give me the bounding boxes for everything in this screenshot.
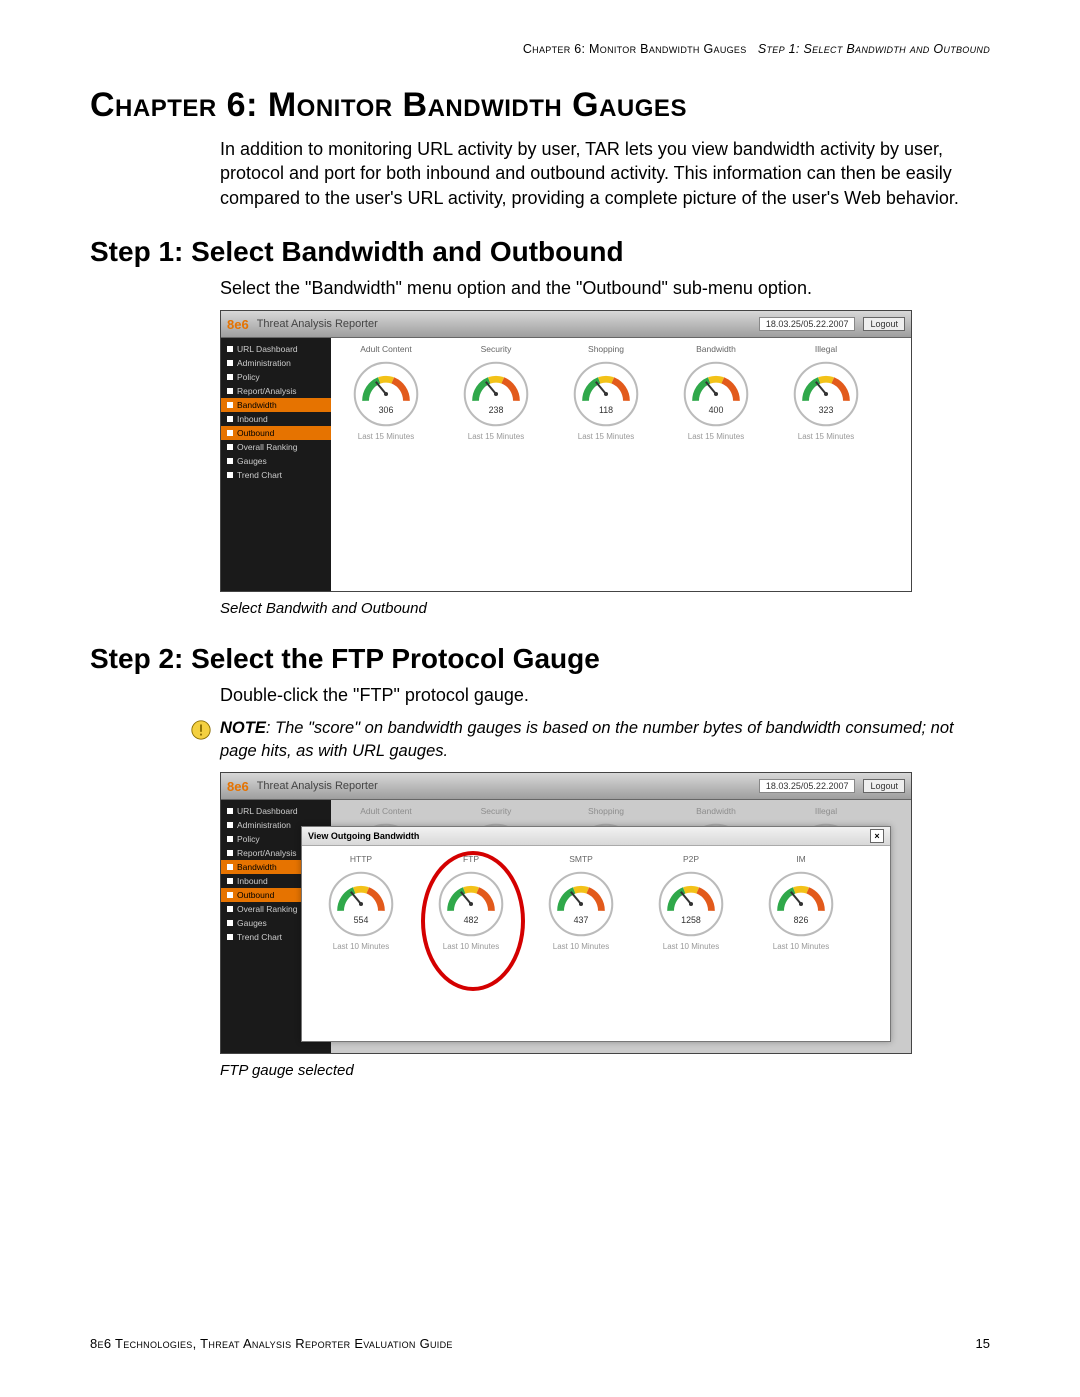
gauge-title: Adult Content (360, 344, 412, 354)
gauge-panel-1: Adult Content 306 Last 15 MinutesSecurit… (331, 338, 911, 592)
note-icon (190, 719, 212, 741)
svg-text:238: 238 (489, 405, 504, 415)
gauge[interactable]: HTTP 554 Last 10 Minutes (316, 854, 406, 951)
sidebar-item[interactable]: Policy (221, 370, 331, 384)
step1-heading: Step 1: Select Bandwidth and Outbound (90, 236, 990, 268)
app-logo: 8e6 (227, 317, 249, 332)
logout-button[interactable]: Logout (863, 317, 905, 331)
gauge-title: Security (481, 344, 512, 354)
svg-text:554: 554 (354, 915, 369, 925)
sidebar-item[interactable]: Gauges (221, 454, 331, 468)
svg-text:118: 118 (599, 405, 613, 415)
screenshot-1: 8e6 Threat Analysis Reporter 18.03.25/05… (220, 310, 912, 592)
chapter-title: Chapter 6: Monitor Bandwidth Gauges (90, 86, 990, 125)
gauge-title: Shopping (588, 344, 624, 354)
sidebar-item[interactable]: Administration (221, 356, 331, 370)
svg-text:826: 826 (794, 915, 809, 925)
page-number: 15 (976, 1336, 990, 1351)
gauge[interactable]: FTP 482 Last 10 Minutes (426, 854, 516, 951)
gauge-sub: Last 15 Minutes (358, 432, 414, 441)
caption-2: FTP gauge selected (220, 1062, 990, 1079)
footer-title: 8e6 Technologies, Threat Analysis Report… (90, 1336, 453, 1351)
gauge-title: SMTP (569, 854, 593, 864)
sidebar-item[interactable]: URL Dashboard (221, 804, 331, 818)
gauge[interactable]: P2P 1258 Last 10 Minutes (646, 854, 736, 951)
note-text: NOTE: The "score" on bandwidth gauges is… (220, 717, 990, 762)
gauge-sub: Last 10 Minutes (333, 942, 389, 951)
gauge-sub: Last 15 Minutes (798, 432, 854, 441)
app-sidebar: URL DashboardAdministrationPolicyReport/… (221, 338, 331, 592)
titlebar-datetime: 18.03.25/05.22.2007 (759, 317, 856, 331)
close-icon[interactable]: × (870, 829, 884, 843)
app-titlebar: 8e6 Threat Analysis Reporter 18.03.25/05… (221, 311, 911, 338)
gauge[interactable]: Shopping 118 Last 15 Minutes (561, 344, 651, 586)
gauge-sub: Last 15 Minutes (468, 432, 524, 441)
gauge-sub: Last 10 Minutes (553, 942, 609, 951)
header-chapter: Chapter 6: Monitor Bandwidth Gauges (523, 42, 747, 56)
gauge[interactable]: IM 826 Last 10 Minutes (756, 854, 846, 951)
sidebar-item[interactable]: Trend Chart (221, 468, 331, 482)
intro-paragraph: In addition to monitoring URL activity b… (220, 137, 990, 210)
svg-text:306: 306 (379, 405, 394, 415)
note-label: NOTE (220, 719, 266, 737)
app-titlebar-2: 8e6 Threat Analysis Reporter 18.03.25/05… (221, 773, 911, 800)
step1-body: Select the "Bandwidth" menu option and t… (220, 276, 990, 300)
gauge-sub: Last 15 Minutes (578, 432, 634, 441)
svg-text:323: 323 (819, 405, 834, 415)
note-block: NOTE: The "score" on bandwidth gauges is… (190, 717, 990, 762)
sidebar-item[interactable]: URL Dashboard (221, 342, 331, 356)
svg-text:482: 482 (464, 915, 479, 925)
page-footer: 8e6 Technologies, Threat Analysis Report… (90, 1336, 990, 1351)
note-body: : The "score" on bandwidth gauges is bas… (220, 719, 954, 759)
gauge-title: Illegal (815, 344, 837, 354)
gauge[interactable]: Adult Content 306 Last 15 Minutes (341, 344, 431, 586)
sidebar-item[interactable]: Bandwidth (221, 398, 331, 412)
gauge[interactable]: Bandwidth 400 Last 15 Minutes (671, 344, 761, 586)
gauge[interactable]: Security 238 Last 15 Minutes (451, 344, 541, 586)
app-title: Threat Analysis Reporter (257, 318, 378, 330)
outgoing-bandwidth-window: View Outgoing Bandwidth × HTTP 554 Last … (301, 826, 891, 1042)
gauge-title: Bandwidth (696, 344, 736, 354)
header-step: Step 1: Select Bandwidth and Outbound (758, 42, 990, 56)
caption-1: Select Bandwith and Outbound (220, 600, 990, 617)
sidebar-item[interactable]: Inbound (221, 412, 331, 426)
gauge-title: HTTP (350, 854, 372, 864)
svg-text:1258: 1258 (681, 915, 701, 925)
gauge[interactable]: Illegal 323 Last 15 Minutes (781, 344, 871, 586)
svg-text:400: 400 (709, 405, 724, 415)
gauge-title: Security (481, 806, 512, 816)
gauge-title: FTP (463, 854, 479, 864)
logout-button[interactable]: Logout (863, 779, 905, 793)
gauge-title: P2P (683, 854, 699, 864)
gauge-sub: Last 10 Minutes (773, 942, 829, 951)
titlebar-datetime: 18.03.25/05.22.2007 (759, 779, 856, 793)
step2-heading: Step 2: Select the FTP Protocol Gauge (90, 643, 990, 675)
svg-text:437: 437 (574, 915, 589, 925)
gauge-sub: Last 10 Minutes (443, 942, 499, 951)
gauge-title: Illegal (815, 806, 837, 816)
gauge-title: IM (796, 854, 805, 864)
app-logo: 8e6 (227, 779, 249, 794)
running-header: Chapter 6: Monitor Bandwidth Gauges Step… (90, 42, 990, 56)
sidebar-item[interactable]: Report/Analysis (221, 384, 331, 398)
sidebar-item[interactable]: Outbound (221, 426, 331, 440)
step2-body: Double-click the "FTP" protocol gauge. (220, 683, 990, 707)
gauge-title: Bandwidth (696, 806, 736, 816)
gauge-sub: Last 15 Minutes (688, 432, 744, 441)
app-title: Threat Analysis Reporter (257, 780, 378, 792)
screenshot-2: 8e6 Threat Analysis Reporter 18.03.25/05… (220, 772, 912, 1054)
secondary-window-title: View Outgoing Bandwidth (308, 831, 419, 841)
gauge-sub: Last 10 Minutes (663, 942, 719, 951)
gauge-title: Adult Content (360, 806, 412, 816)
sidebar-item[interactable]: Overall Ranking (221, 440, 331, 454)
gauge[interactable]: SMTP 437 Last 10 Minutes (536, 854, 626, 951)
gauge-title: Shopping (588, 806, 624, 816)
